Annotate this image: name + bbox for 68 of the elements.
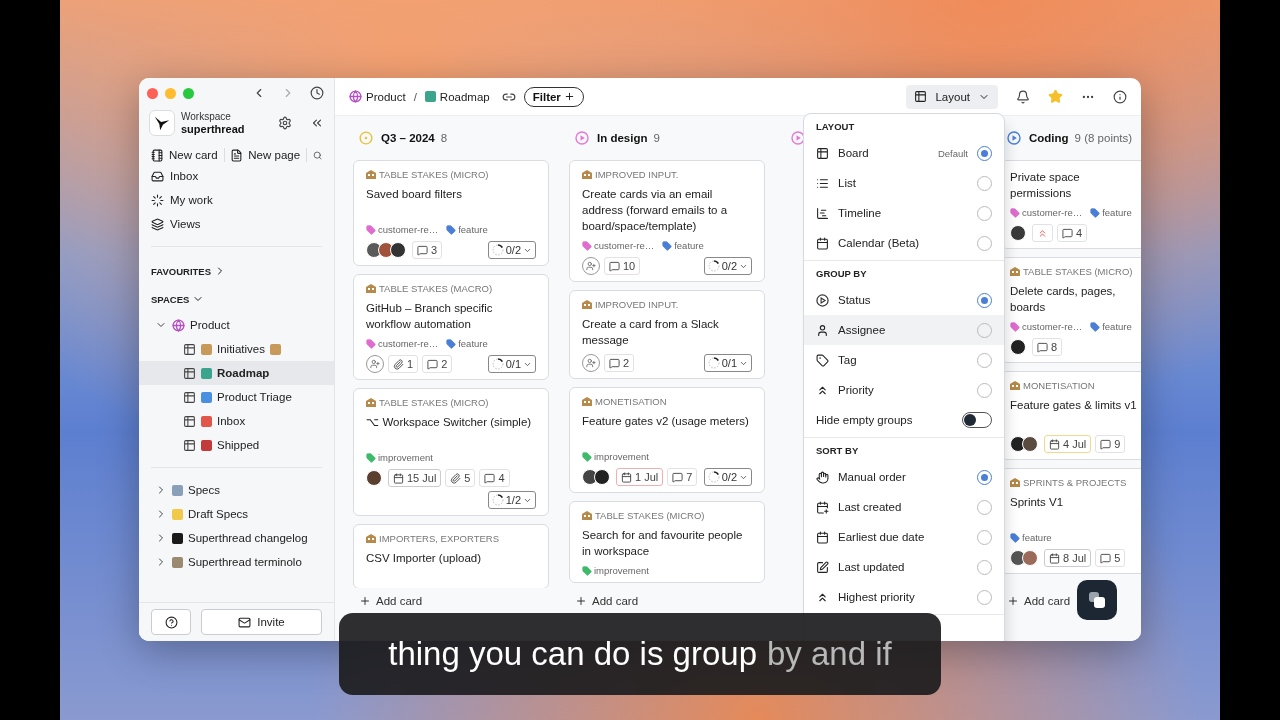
column-count: 9 (8 points) (1074, 132, 1133, 144)
card-category: IMPROVED INPUT. (595, 299, 679, 310)
tag-label: customer-re… (594, 240, 655, 251)
subtitle-text: thing you can do is group (388, 635, 757, 673)
attachment-count: 5 (464, 472, 471, 484)
tag-label: feature (1022, 532, 1052, 543)
card-category: TABLE STAKES (MACRO) (379, 283, 493, 294)
comment-count: 4 (1076, 227, 1083, 239)
due-date: 1 Jul (635, 471, 659, 483)
card-category: SPRINTS & PROJECTS (1023, 477, 1127, 488)
comment-count: 8 (1051, 341, 1058, 353)
card-title: Sprints V1 (1010, 495, 1065, 510)
card-title: Feature gates & limits v1 (1010, 398, 1137, 413)
menu-section-title: GROUP BY (815, 266, 868, 281)
card-category: TABLE STAKES (MICRO) (595, 510, 705, 521)
due-date: 8 Jul (1063, 552, 1087, 564)
tag-label: feature (1102, 207, 1132, 218)
column-count: 9 (653, 132, 660, 144)
comment-count: 3 (431, 244, 438, 256)
comment-count: 5 (1114, 552, 1121, 564)
comment-count: 2 (441, 358, 448, 370)
comment-count: 4 (498, 472, 505, 484)
due-date: 4 Jul (1063, 438, 1087, 450)
column-count: 8 (440, 132, 448, 144)
tag-label: customer-re… (1022, 321, 1083, 332)
workspace-name: superthread (181, 123, 245, 136)
tag-label: improvement (594, 565, 649, 576)
workspace-caption: Workspace (181, 110, 232, 123)
card-category: TABLE STAKES (MICRO) (379, 169, 489, 180)
breadcrumb-separator: / (413, 90, 417, 103)
tag-label: improvement (378, 452, 433, 463)
menu-section-title: SORT BY (815, 443, 860, 458)
comment-count: 9 (1114, 438, 1121, 450)
tag-label: customer-re… (378, 338, 439, 349)
card-title: Delete cards, pages, boards (1010, 284, 1117, 315)
comment-count: 2 (623, 357, 630, 369)
card-title: CSV Importer (upload) (366, 551, 483, 566)
card-title: Feature gates v2 (usage meters) (582, 414, 750, 429)
tag-label: improvement (594, 451, 649, 462)
card-title: Private space permissions (1010, 170, 1081, 201)
toggle-label: Hide empty groups (816, 414, 914, 426)
column-title: Q3 – 2024 (381, 132, 435, 144)
subtitle-upcoming-text: by and if (767, 635, 892, 673)
comment-count: 10 (623, 260, 636, 272)
card-category: IMPORTERS, EXPORTERS (379, 533, 499, 544)
tag-label: feature (458, 338, 488, 349)
tag-label: feature (674, 240, 704, 251)
tag-label: feature (1102, 321, 1132, 332)
card-title: Create a card from a Slack message (582, 317, 720, 348)
column-title: In design (597, 132, 648, 144)
card-title: GitHub – Branch specific workflow automation (366, 301, 494, 332)
card-category: MONETISATION (595, 396, 667, 407)
card-title: Search for and favourite people in workspace (582, 528, 744, 559)
card-title: Saved board filters (366, 187, 463, 202)
card-title: ⌥ Workspace Switcher (simple) (366, 415, 533, 430)
card-title: Create cards via an email address (forward emails to a board/space/template) (582, 187, 729, 234)
card-category: TABLE STAKES (MICRO) (1023, 266, 1133, 277)
attachment-count: 1 (407, 358, 414, 370)
comment-count: 7 (686, 471, 693, 483)
tag-label: customer-re… (378, 224, 439, 235)
card-category: IMPROVED INPUT. (595, 169, 679, 180)
tag-label: feature (458, 224, 488, 235)
card-category: TABLE STAKES (MICRO) (379, 397, 489, 408)
tag-label: customer-re… (1022, 207, 1083, 218)
card-category: MONETISATION (1023, 380, 1095, 391)
column-title: Coding (1029, 132, 1069, 144)
due-date: 15 Jul (407, 472, 437, 484)
menu-section-title: LAYOUT (815, 119, 856, 134)
